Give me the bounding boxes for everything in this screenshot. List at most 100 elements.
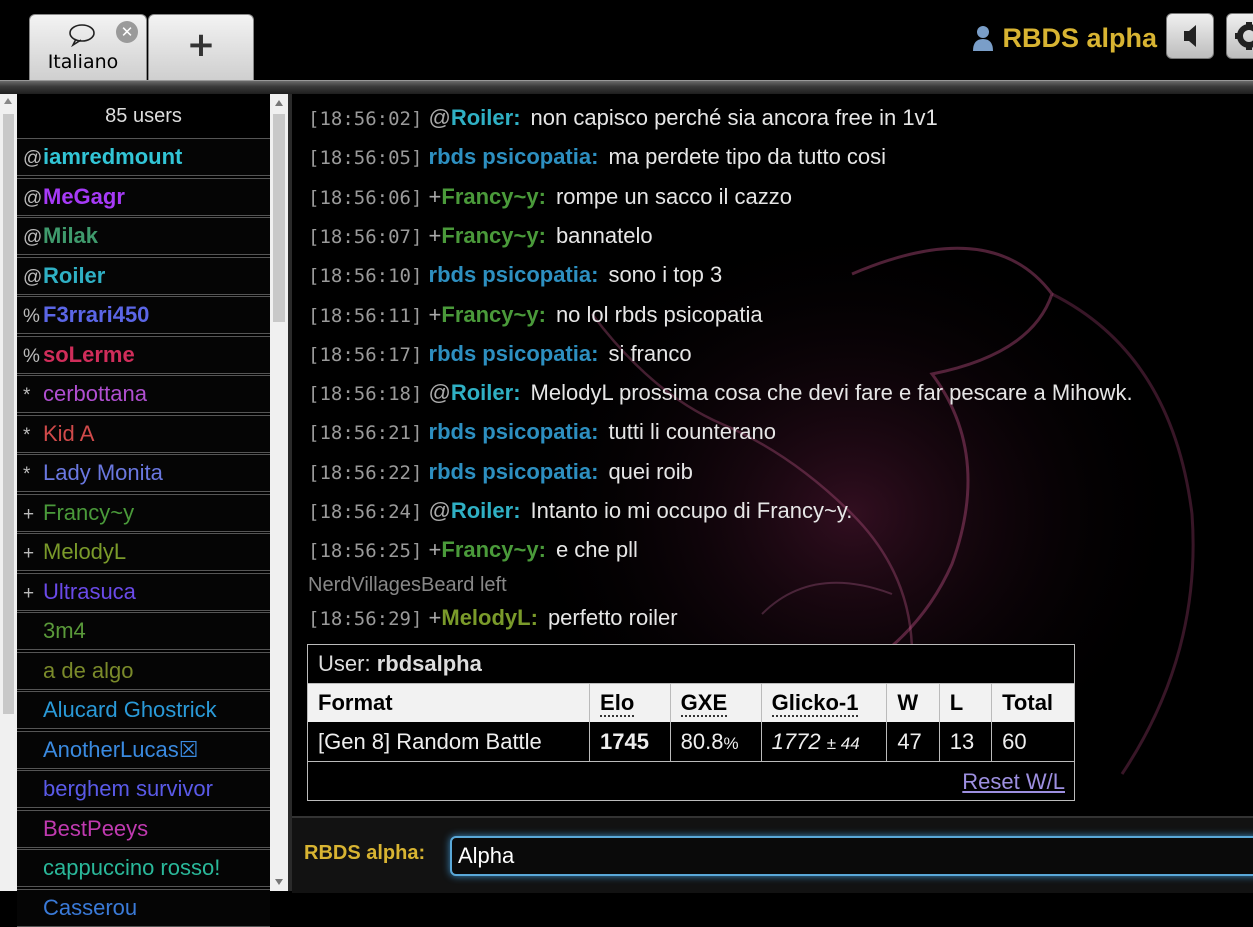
userlist-item[interactable]: + Ultrasuca — [17, 572, 270, 611]
user-name[interactable]: F3rrari450 — [43, 302, 149, 327]
userlist-item[interactable]: @Milak — [17, 217, 270, 255]
user-name[interactable]: MeGagr — [43, 184, 125, 209]
user-area[interactable]: RBDS alpha — [973, 18, 1157, 58]
scrollbar-thumb[interactable] — [273, 114, 285, 322]
message-compose-bar: RBDS alpha: Alpha — [292, 816, 1253, 893]
ladder-stats-box: User: rbdsalpha Format Elo GXE Glicko-1 … — [307, 644, 1075, 801]
user-rank-symbol: + — [23, 582, 35, 604]
col-gxe[interactable]: GXE — [670, 684, 762, 722]
table-row: [Gen 8] Random Battle 1745 80.8% 1772 ± … — [308, 722, 1074, 762]
stats-user-label: User: — [318, 651, 371, 676]
user-count[interactable]: 85 users — [17, 94, 270, 138]
user-name[interactable]: cerbottana — [43, 381, 147, 406]
user-name[interactable]: Kid A — [43, 421, 94, 446]
user-name[interactable]: Milak — [43, 223, 98, 248]
user-name[interactable]: berghem survivor — [43, 776, 213, 801]
timestamp: [18:56:02] — [308, 108, 423, 130]
user-name[interactable]: BestPeeys — [43, 816, 148, 841]
message-author[interactable]: rbds psicopatia: — [429, 419, 599, 444]
speaker-icon — [1184, 25, 1196, 47]
timestamp: [18:56:10] — [308, 265, 423, 288]
message-author[interactable]: Francy~y: — [441, 302, 546, 327]
col-glicko[interactable]: Glicko-1 — [761, 684, 888, 722]
message-author[interactable]: Roiler: — [451, 498, 521, 523]
page-scrollbar[interactable] — [0, 94, 17, 891]
message-author[interactable]: Roiler: — [451, 105, 521, 130]
message-author[interactable]: MelodyL: — [441, 605, 538, 630]
timestamp: [18:56:25] — [308, 540, 423, 563]
message-text: rompe un sacco il cazzo — [555, 183, 792, 209]
userlist-item[interactable]: 3m4 — [17, 612, 270, 650]
userlist-item[interactable]: % soLerme — [17, 335, 270, 374]
message-text: non capisco perché sia ancora free in 1v… — [530, 105, 938, 130]
user-name[interactable]: iamredmount — [43, 144, 182, 169]
user-name[interactable]: AnotherLucas☒ — [43, 737, 198, 762]
userlist-item[interactable]: a de algo — [17, 651, 270, 690]
message-author[interactable]: rbds psicopatia: — [429, 262, 599, 287]
message-author[interactable]: rbds psicopatia: — [429, 341, 599, 366]
col-w: W — [886, 684, 940, 722]
chat-message: [18:56:10] rbds psicopatia: sono i top 3 — [308, 262, 722, 289]
userlist-item[interactable]: cappuccino rosso! — [17, 849, 270, 887]
col-elo[interactable]: Elo — [589, 684, 671, 722]
user-name[interactable]: Lady Monita — [43, 460, 163, 485]
userlist-scrollbar[interactable] — [270, 94, 288, 891]
userlist-item[interactable]: @MeGagr — [17, 177, 270, 216]
userlist-item[interactable]: * cerbottana — [17, 375, 270, 413]
cell-gxe: 80.8% — [670, 722, 762, 762]
options-button[interactable] — [1226, 13, 1253, 59]
user-rank: + — [428, 183, 442, 209]
message-author[interactable]: Francy~y: — [441, 223, 546, 248]
userlist-item[interactable]: + Francy~y — [17, 493, 270, 532]
user-name[interactable]: Ultrasuca — [43, 579, 136, 604]
message-text: e che pll — [555, 537, 638, 563]
userlist-item[interactable]: * Lady Monita — [17, 454, 270, 492]
user-rank: + — [428, 605, 442, 630]
user-name[interactable]: Roiler — [43, 263, 105, 288]
message-text: bannatelo — [555, 222, 653, 248]
user-name[interactable]: cappuccino rosso! — [43, 855, 220, 880]
sound-button[interactable] — [1166, 13, 1214, 59]
scroll-down-arrow-icon[interactable] — [275, 879, 283, 885]
userlist-item[interactable]: % F3rrari450 — [17, 296, 270, 334]
close-tab-icon[interactable]: ✕ — [116, 21, 138, 43]
userlist-item[interactable]: BestPeeys — [17, 809, 270, 848]
userlist-item[interactable]: AnotherLucas☒ — [17, 730, 270, 769]
scroll-up-arrow-icon[interactable] — [4, 98, 12, 104]
scroll-up-arrow-icon[interactable] — [275, 100, 283, 106]
timestamp: [18:56:07] — [308, 225, 423, 248]
tab-italiano[interactable]: ✕ Italiano — [29, 14, 147, 80]
message-author[interactable]: rbds psicopatia: — [429, 459, 599, 484]
current-user-name[interactable]: RBDS alpha — [1002, 23, 1157, 54]
user-rank-symbol: * — [23, 385, 31, 406]
scrollbar-thumb[interactable] — [3, 114, 14, 714]
user-name[interactable]: soLerme — [43, 342, 135, 367]
userlist-item[interactable]: @iamredmount — [17, 138, 270, 176]
userlist-item[interactable]: Casserou — [17, 888, 270, 927]
userlist-panel: 85 users @iamredmount @MeGagr @Milak @Roile… — [0, 94, 288, 927]
reset-wl-link[interactable]: Reset W/L — [962, 769, 1065, 795]
message-author[interactable]: Francy~y: — [441, 537, 546, 562]
header: ✕ Italiano + RBDS alpha — [0, 0, 1253, 80]
user-name[interactable]: a de algo — [43, 658, 134, 683]
add-tab-button[interactable]: + — [148, 14, 254, 80]
user-name[interactable]: 3m4 — [43, 618, 86, 643]
cell-total: 60 — [991, 722, 1074, 762]
message-text: MelodyL prossima cosa che devi fare e fa… — [530, 380, 1133, 406]
message-author[interactable]: rbds psicopatia: — [429, 144, 599, 169]
message-author[interactable]: Roiler: — [451, 380, 521, 405]
message-author[interactable]: Francy~y: — [441, 184, 546, 209]
userlist-item[interactable]: + MelodyL — [17, 533, 270, 571]
message-input[interactable]: Alpha — [450, 836, 1253, 876]
timestamp: [18:56:22] — [308, 461, 423, 484]
user-name[interactable]: Alucard Ghostrick — [43, 697, 217, 722]
user-rank-symbol: % — [23, 306, 40, 327]
userlist-item[interactable]: berghem survivor — [17, 770, 270, 808]
userlist-item[interactable]: * Kid A — [17, 414, 270, 453]
user-name[interactable]: MelodyL — [43, 539, 126, 564]
userlist-item[interactable]: @Roiler — [17, 256, 270, 295]
userlist-item[interactable]: Alucard Ghostrick — [17, 691, 270, 729]
user-name[interactable]: Casserou — [43, 895, 137, 920]
gear-icon — [1235, 22, 1253, 50]
user-name[interactable]: Francy~y — [43, 500, 134, 525]
